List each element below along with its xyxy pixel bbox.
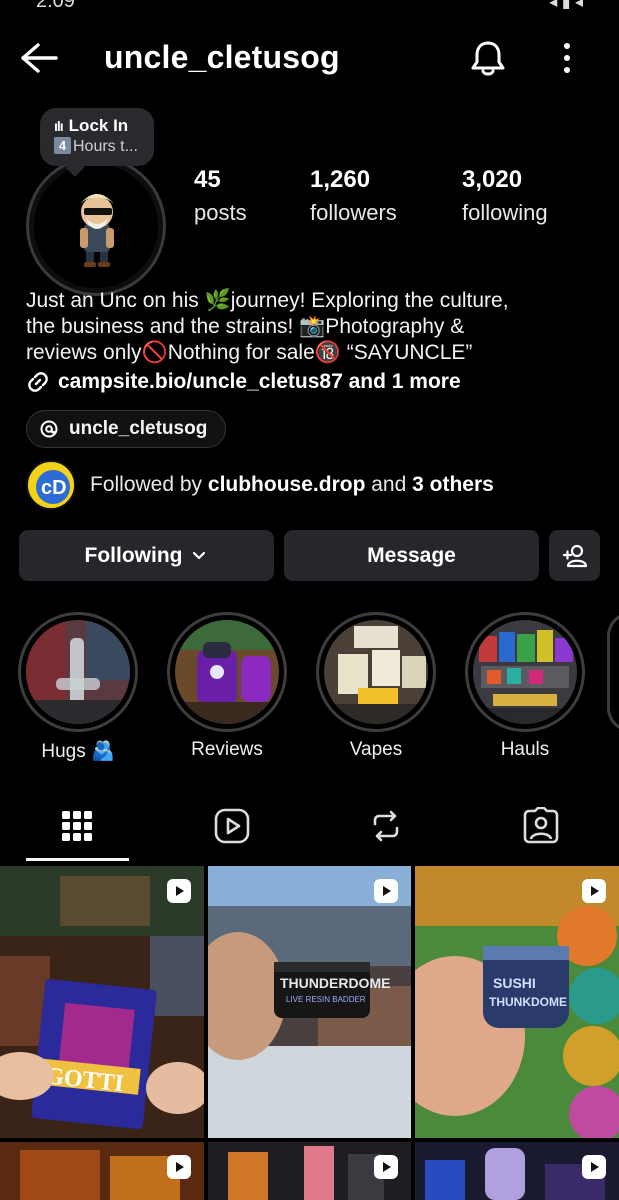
- highlight-cover: [175, 620, 279, 724]
- stat-following[interactable]: 3,020 following: [462, 166, 548, 226]
- followed-by-text: Followed by clubhouse.drop and 3 others: [90, 473, 494, 496]
- grid-post[interactable]: GOTTI: [0, 866, 204, 1138]
- status-time: 2:09: [36, 0, 75, 12]
- bio-line: Just an Unc on his 🌿journey! Exploring t…: [26, 289, 509, 312]
- tab-reposts[interactable]: [336, 798, 436, 854]
- profile-bio: Just an Unc on his 🌿journey! Exploring t…: [26, 288, 606, 366]
- grid-post[interactable]: [0, 1142, 204, 1200]
- highlight-cover: [324, 620, 428, 724]
- stat-following-label: following: [462, 200, 548, 225]
- highlight-cover: [473, 620, 577, 724]
- reel-badge-icon: [167, 879, 191, 903]
- highlight-reviews[interactable]: Reviews: [167, 612, 287, 761]
- tagged-icon: [523, 807, 559, 844]
- threads-icon: [40, 420, 58, 438]
- tab-posts[interactable]: [27, 798, 127, 854]
- svg-text:THUNKDOME: THUNKDOME: [489, 995, 567, 1009]
- highlight-ring: [18, 612, 138, 732]
- post-thumbnail: SUSHI THUNKDOME: [415, 866, 619, 1138]
- highlight-ring: [316, 612, 436, 732]
- bell-icon[interactable]: [468, 38, 508, 78]
- active-tab-indicator: [26, 858, 129, 861]
- grid-post[interactable]: [415, 1142, 619, 1200]
- bio-link[interactable]: campsite.bio/uncle_cletus87 and 1 more: [26, 370, 461, 394]
- stat-posts-label: posts: [194, 200, 247, 225]
- grid-post[interactable]: [208, 1142, 411, 1200]
- stat-posts-value: 45: [194, 166, 221, 193]
- grid-post[interactable]: SUSHI THUNKDOME: [415, 866, 619, 1138]
- stat-followers-label: followers: [310, 200, 397, 225]
- message-button[interactable]: Message: [284, 530, 539, 581]
- link-icon: [28, 372, 48, 392]
- stat-following-value: 3,020: [462, 166, 523, 193]
- highlight-ring: [167, 612, 287, 732]
- highlight-label: Hugs 🫂: [41, 741, 115, 762]
- highlight-cover: [26, 620, 130, 724]
- reel-badge-icon: [582, 1155, 606, 1179]
- threads-handle: uncle_cletusog: [69, 418, 208, 439]
- following-button-label: Following: [84, 543, 183, 567]
- highlight-label: Vapes: [349, 739, 403, 760]
- highlight-vapes[interactable]: Vapes: [316, 612, 436, 761]
- highlight-label: Hauls: [500, 739, 550, 760]
- svg-text:cD: cD: [41, 477, 67, 499]
- highlight-label: Reviews: [191, 739, 263, 760]
- suggested-users-button[interactable]: [549, 530, 600, 581]
- svg-text:LIVE RESIN BADDER: LIVE RESIN BADDER: [286, 995, 366, 1004]
- profile-tabs: [0, 798, 619, 862]
- profile-avatar[interactable]: [26, 156, 166, 296]
- grid-post[interactable]: THUNDERDOME LIVE RESIN BADDER: [208, 866, 411, 1138]
- mutual-follower-avatar: cD: [26, 460, 76, 510]
- tab-tagged[interactable]: [491, 798, 591, 854]
- top-bar: uncle_cletusog: [0, 30, 619, 86]
- followed-by-row[interactable]: cD Followed by clubhouse.drop and 3 othe…: [26, 460, 494, 510]
- highlight-partial[interactable]: [607, 612, 619, 732]
- note-title: ılı Lock In: [54, 116, 129, 135]
- following-button[interactable]: Following: [19, 530, 274, 581]
- number-badge: 4: [54, 137, 71, 154]
- add-user-icon: [562, 544, 587, 567]
- bio-line: reviews only🚫Nothing for sale🔞 “SAYUNCLE…: [26, 341, 473, 364]
- svg-text:THUNDERDOME: THUNDERDOME: [280, 975, 390, 991]
- reel-badge-icon: [374, 1155, 398, 1179]
- post-thumbnail: THUNDERDOME LIVE RESIN BADDER: [208, 866, 411, 1138]
- chevron-down-icon: [193, 551, 206, 559]
- profile-username: uncle_cletusog: [104, 39, 340, 75]
- note-bubble[interactable]: ılı Lock In 4 Hours t...: [40, 108, 154, 166]
- grid-icon: [62, 811, 92, 841]
- reel-badge-icon: [374, 879, 398, 903]
- reposts-icon: [373, 810, 399, 842]
- reel-badge-icon: [167, 1155, 191, 1179]
- status-icons: ◂ ▮ ◂: [549, 0, 583, 11]
- message-button-label: Message: [367, 543, 456, 567]
- more-options-icon[interactable]: [556, 40, 578, 76]
- stat-followers-value: 1,260: [310, 166, 371, 193]
- reels-icon: [214, 808, 250, 844]
- highlight-hauls[interactable]: Hauls: [465, 612, 585, 761]
- note-text: 4 Hours t...: [54, 137, 154, 156]
- post-thumbnail: GOTTI: [0, 866, 204, 1138]
- avatar-image: [34, 164, 158, 288]
- tab-reels[interactable]: [182, 798, 282, 854]
- reel-badge-icon: [582, 879, 606, 903]
- back-arrow-icon[interactable]: [18, 40, 60, 76]
- status-bar: 2:09 ◂ ▮ ◂: [0, 0, 619, 14]
- audio-bars-icon: ılı: [54, 118, 64, 134]
- bio-line: the business and the strains! 📸Photograp…: [26, 315, 465, 338]
- highlight-hugs[interactable]: Hugs 🫂: [18, 612, 138, 763]
- bio-link-text: campsite.bio/uncle_cletus87 and 1 more: [58, 370, 461, 393]
- highlight-ring: [465, 612, 585, 732]
- stat-followers[interactable]: 1,260 followers: [310, 166, 397, 226]
- threads-badge[interactable]: uncle_cletusog: [26, 410, 227, 448]
- stat-posts[interactable]: 45 posts: [194, 166, 247, 226]
- svg-text:SUSHI: SUSHI: [493, 975, 536, 991]
